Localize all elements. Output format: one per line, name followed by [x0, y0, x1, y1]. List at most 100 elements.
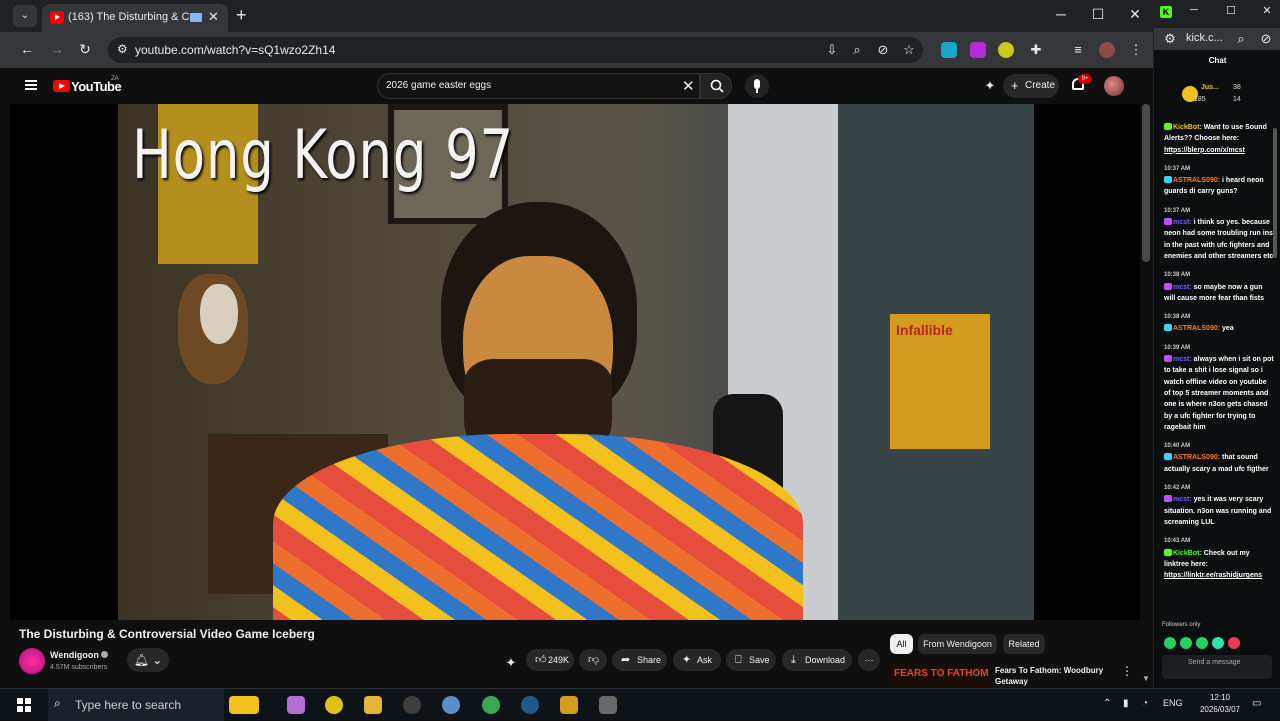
bookmark-star-icon[interactable]: ☆: [901, 42, 917, 58]
chat-username[interactable]: mcst:: [1173, 284, 1192, 291]
back-button[interactable]: ←: [18, 41, 36, 57]
chat-link[interactable]: https://linktr.ee/rashidjurgens: [1164, 572, 1262, 579]
browser-menu-icon[interactable]: ⋮: [1128, 42, 1144, 58]
language-indicator[interactable]: ENG: [1163, 698, 1183, 708]
account-avatar[interactable]: [1104, 76, 1124, 96]
emote-bar[interactable]: [1164, 636, 1279, 650]
search-input[interactable]: 2026 game easter eggs ✕: [377, 73, 700, 99]
like-button[interactable]: 👍︎ 249K: [526, 649, 574, 671]
chip-related[interactable]: Related: [1003, 634, 1045, 654]
notification-center-icon[interactable]: ▭: [1252, 698, 1261, 709]
chrome-icon[interactable]: [482, 696, 500, 714]
chat-username[interactable]: mcst:: [1173, 496, 1192, 503]
more-actions-button[interactable]: ⋯: [858, 649, 880, 671]
maximize-button[interactable]: ☐: [1088, 6, 1108, 23]
profile-avatar-icon[interactable]: [1099, 42, 1115, 58]
windows-start-icon[interactable]: [17, 698, 31, 712]
chip-all[interactable]: All: [890, 634, 913, 654]
related-more-icon[interactable]: ⋮: [1121, 664, 1133, 678]
sparkle-icon[interactable]: ✦: [982, 78, 998, 94]
chrome-canary-icon[interactable]: [325, 696, 343, 714]
youtube-logo-icon[interactable]: [53, 80, 70, 92]
save-button[interactable]: ⎕ Save: [726, 649, 776, 671]
forward-button[interactable]: →: [48, 41, 66, 57]
page-scrollbar[interactable]: ▼: [1140, 104, 1153, 688]
tab-youtube[interactable]: (163) The Disturbing & Con ✕: [42, 4, 228, 32]
chat-message-list[interactable]: KickBot: Want to use Sound Alerts?? Choo…: [1164, 122, 1274, 617]
related-video-title[interactable]: Fears To Fathom: Woodbury Getaway: [995, 665, 1105, 687]
scroll-down-arrow[interactable]: ▼: [1142, 674, 1150, 683]
extension-icon-1[interactable]: [941, 42, 957, 58]
menu-icon[interactable]: [25, 80, 37, 90]
ask-button[interactable]: ✦ Ask: [673, 649, 721, 671]
game-app-icon[interactable]: [560, 696, 578, 714]
steam-icon[interactable]: [521, 696, 539, 714]
channel-name[interactable]: Wendigoon: [50, 650, 99, 660]
search-highlight-icon[interactable]: [229, 696, 259, 714]
chat-leaderboard[interactable]: Jus... 185 38 14: [1158, 80, 1278, 110]
tab-search-button[interactable]: ⌄: [13, 5, 37, 27]
subscription-bell-button[interactable]: 🔔︎ ⌄: [127, 648, 169, 672]
emote-icon[interactable]: [1164, 637, 1176, 649]
emote-icon[interactable]: [1180, 637, 1192, 649]
taskbar-search[interactable]: ⌕ Type here to search: [48, 689, 224, 721]
extensions-puzzle-icon[interactable]: ✚: [1028, 42, 1044, 58]
file-explorer-icon[interactable]: [364, 696, 382, 714]
app-icon[interactable]: [442, 696, 460, 714]
eye-off-icon[interactable]: ⊘: [1258, 31, 1274, 47]
network-icon[interactable]: ◔: [1142, 698, 1148, 709]
site-info-icon[interactable]: ⚙: [117, 42, 128, 56]
scrollbar-thumb[interactable]: [1142, 104, 1150, 262]
media-controls-icon[interactable]: ≡: [1070, 42, 1086, 58]
voice-search-button[interactable]: [745, 74, 769, 98]
reload-button[interactable]: ↻: [76, 41, 94, 58]
chat-username[interactable]: KickBot:: [1173, 124, 1202, 131]
zoom-icon[interactable]: ⌕: [849, 42, 865, 58]
related-video-thumbnail[interactable]: FEARS TO FATHOM: [890, 664, 990, 688]
new-tab-button[interactable]: +: [236, 5, 247, 26]
download-button[interactable]: ⤓ Download: [782, 649, 852, 671]
app-icon-2[interactable]: [599, 696, 617, 714]
sparkle-ask-icon[interactable]: ✦: [503, 655, 519, 671]
kick-minimize-button[interactable]: ─: [1184, 4, 1204, 16]
site-settings-icon[interactable]: ⚙: [1162, 31, 1178, 47]
dislike-button[interactable]: 👎︎: [579, 649, 607, 671]
chat-username[interactable]: mcst:: [1173, 219, 1192, 226]
emote-icon[interactable]: [1196, 637, 1208, 649]
close-window-button[interactable]: ✕: [1125, 6, 1145, 23]
kick-close-button[interactable]: ✕: [1257, 4, 1277, 17]
address-bar[interactable]: ⚙ youtube.com/watch?v=sQ1wzo2Zh14: [108, 37, 923, 63]
chat-username[interactable]: ASTRALS090:: [1173, 325, 1220, 332]
chat-scrollbar[interactable]: [1272, 118, 1278, 618]
chat-username[interactable]: ASTRALS090:: [1173, 177, 1220, 184]
extension-icon-3[interactable]: [998, 42, 1014, 58]
zoom-icon[interactable]: ⌕: [1233, 31, 1249, 47]
create-button[interactable]: + Create: [1003, 74, 1059, 98]
copilot-icon[interactable]: [287, 696, 305, 714]
emote-icon[interactable]: [1212, 637, 1224, 649]
microphone-tray-icon[interactable]: ▮: [1123, 698, 1129, 709]
obs-icon[interactable]: [403, 696, 421, 714]
chip-from-wendigoon[interactable]: From Wendigoon: [918, 634, 997, 654]
search-button[interactable]: [700, 73, 732, 99]
chat-input[interactable]: Send a message: [1162, 655, 1272, 679]
chat-scrollbar-thumb[interactable]: [1273, 128, 1277, 258]
channel-avatar[interactable]: [19, 648, 45, 674]
close-tab-icon[interactable]: ✕: [208, 9, 219, 25]
video-player[interactable]: Infallible Hong Kong 97: [10, 104, 1140, 620]
tray-overflow-icon[interactable]: ⌃: [1103, 698, 1111, 709]
clear-search-icon[interactable]: ✕: [682, 77, 695, 95]
chat-username[interactable]: KickBot:: [1173, 550, 1202, 557]
install-app-icon[interactable]: ⇩: [824, 42, 840, 58]
minimize-button[interactable]: ─: [1051, 6, 1071, 22]
chat-username[interactable]: mcst:: [1173, 356, 1192, 363]
eye-off-icon[interactable]: ⊘: [875, 42, 891, 58]
chat-link[interactable]: https://blerp.com/x/mcst: [1164, 147, 1245, 154]
extension-icon-2[interactable]: [970, 42, 986, 58]
system-clock[interactable]: 12:10 2026/03/07: [1195, 692, 1245, 716]
kick-maximize-button[interactable]: ☐: [1221, 4, 1241, 17]
chat-username[interactable]: ASTRALS090:: [1173, 454, 1220, 461]
emote-icon[interactable]: [1228, 637, 1240, 649]
kick-url[interactable]: kick.c...: [1186, 32, 1223, 44]
share-button[interactable]: ➦ Share: [612, 649, 667, 671]
